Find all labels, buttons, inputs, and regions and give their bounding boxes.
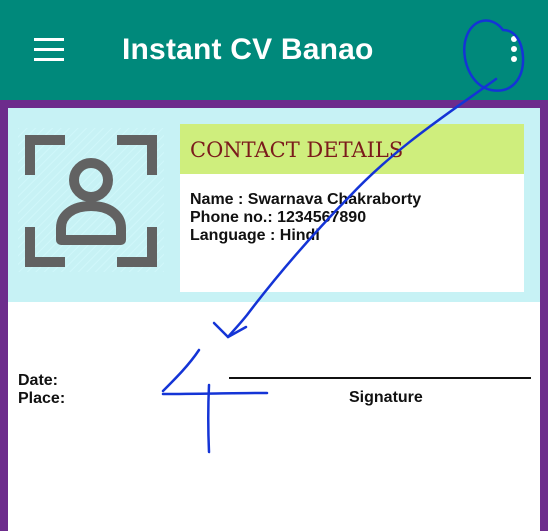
more-vert-icon[interactable]: [500, 30, 528, 70]
contact-name: Name : Swarnava Chakraborty: [190, 191, 422, 208]
contact-language: Language : Hindi: [190, 227, 320, 244]
hamburger-menu-icon[interactable]: [34, 38, 64, 62]
contact-details-list: Name : Swarnava Chakraborty Phone no.: 1…: [190, 191, 421, 245]
hamburger-bar-top: [34, 38, 64, 41]
overflow-dot-middle: [511, 46, 517, 52]
signature-label: Signature: [349, 389, 423, 406]
contact-details-title: CONTACT DETAILS: [190, 138, 404, 162]
contact-details-card: CONTACT DETAILS Name : Swarnava Chakrabo…: [180, 124, 524, 292]
app-bar: Instant CV Banao: [0, 0, 548, 100]
signature-line: [229, 377, 531, 379]
hamburger-bar-bottom: [34, 58, 64, 61]
cv-content: CONTACT DETAILS Name : Swarnava Chakrabo…: [8, 108, 540, 531]
contact-phone: Phone no.: 1234567890: [190, 209, 367, 226]
profile-placeholder-icon: [18, 128, 164, 272]
overflow-dot-bottom: [511, 56, 517, 62]
cv-frame: CONTACT DETAILS Name : Swarnava Chakrabo…: [0, 100, 548, 531]
profile-header-panel: CONTACT DETAILS Name : Swarnava Chakrabo…: [8, 108, 540, 302]
app-title: Instant CV Banao: [122, 33, 374, 66]
hamburger-bar-middle: [34, 48, 64, 51]
place-label: Place:: [18, 390, 66, 407]
overflow-dot-top: [511, 36, 517, 42]
date-label: Date:: [18, 372, 59, 389]
contact-details-header: CONTACT DETAILS: [180, 124, 524, 174]
